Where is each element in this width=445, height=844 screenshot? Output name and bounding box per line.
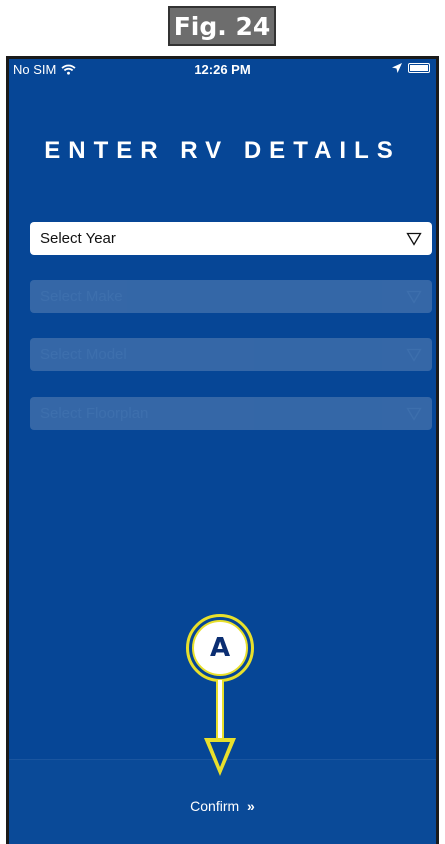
status-time: 12:26 PM (194, 62, 251, 77)
select-model-dropdown[interactable]: Select Model (30, 338, 432, 371)
dropdown-triangle-icon (406, 290, 422, 304)
select-floorplan-label: Select Floorplan (40, 405, 149, 422)
battery-icon (408, 63, 430, 73)
select-year-label: Select Year (40, 230, 116, 247)
select-make-dropdown[interactable]: Select Make (30, 280, 432, 313)
callout-pointer-arrow (204, 680, 236, 776)
status-bar: No SIM 12:26 PM (9, 59, 436, 81)
status-right-group (392, 63, 430, 73)
figure-label: Fig. 24 (168, 6, 276, 46)
callout-a-marker: A (186, 614, 254, 682)
dropdown-triangle-icon (406, 348, 422, 362)
select-make-label: Select Make (40, 288, 123, 305)
dropdown-triangle-icon (406, 407, 422, 421)
confirm-button[interactable]: Confirm » (9, 798, 436, 814)
select-floorplan-dropdown[interactable]: Select Floorplan (30, 397, 432, 430)
location-arrow-icon (392, 63, 402, 73)
select-year-dropdown[interactable]: Select Year (30, 222, 432, 255)
confirm-label: Confirm (190, 798, 240, 814)
dropdown-triangle-icon (406, 232, 422, 246)
double-chevron-right-icon: » (247, 798, 255, 814)
select-model-label: Select Model (40, 346, 127, 363)
callout-a-label: A (192, 620, 248, 676)
page-title: ENTER RV DETAILS (44, 137, 401, 164)
